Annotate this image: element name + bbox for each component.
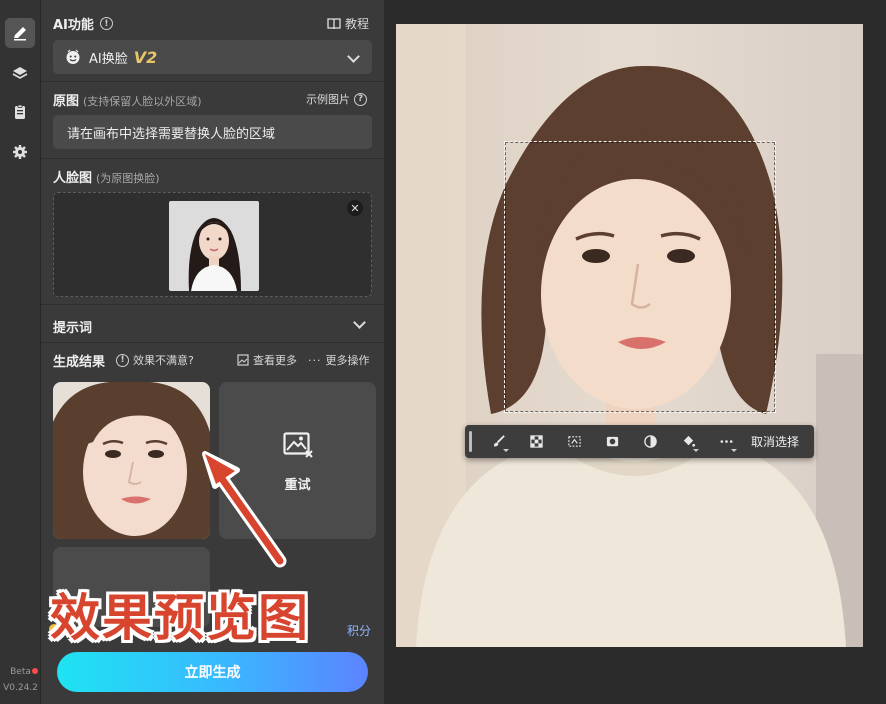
edit-icon[interactable] (5, 18, 35, 48)
more-actions-label: 更多操作 (325, 354, 370, 367)
clipboard-icon[interactable] (5, 97, 35, 127)
tutorial-link[interactable]: 教程 (327, 15, 369, 32)
feature-select-label: AI换脸 (89, 51, 128, 67)
credits-suffix: 积分 (346, 624, 371, 638)
close-icon[interactable]: ✕ (347, 200, 363, 216)
results-label: 生成结果 (53, 355, 106, 370)
app-window: Beta V0.24.2 AI功能 ! 教程 AI换脸 V2 原图 (支持保留人脸… (0, 0, 886, 704)
marquee-icon[interactable] (555, 425, 593, 458)
cancel-selection-button[interactable]: 取消选择 (751, 433, 799, 450)
source-label: 原图 (53, 94, 80, 109)
example-image-link[interactable]: 示例图片 ? (306, 91, 367, 107)
source-region-hint[interactable]: 请在画布中选择需要替换人脸的区域 (53, 115, 372, 149)
source-heading: 原图 (支持保留人脸以外区域) (53, 90, 202, 109)
source-note: (支持保留人脸以外区域) (83, 95, 202, 108)
divider (41, 158, 384, 159)
help-icon: ? (354, 92, 367, 106)
feedback-link[interactable]: ! 效果不满意? (116, 352, 194, 368)
divider (41, 304, 384, 305)
info-icon: ! (116, 353, 129, 367)
checker-select-icon[interactable] (517, 425, 555, 458)
tutorial-label: 教程 (345, 17, 370, 31)
more-icon[interactable] (707, 425, 745, 458)
prompt-expand-chevron-icon[interactable] (353, 316, 366, 329)
example-image-label: 示例图片 (306, 93, 350, 106)
brush-icon[interactable] (479, 425, 517, 458)
face-selection-marquee[interactable] (504, 141, 776, 413)
ai-feature-label: AI功能 (53, 18, 94, 33)
generate-button[interactable]: 立即生成 (57, 652, 368, 692)
view-more-label: 查看更多 (253, 354, 297, 367)
ai-feature-heading: AI功能 ! (53, 14, 113, 33)
face-label: 人脸图 (53, 171, 93, 186)
feature-version-badge: V2 (133, 47, 158, 67)
face-image-dropzone[interactable]: ✕ (53, 192, 372, 297)
view-more-link[interactable]: 查看更多 (237, 352, 297, 368)
annotation-label: 效果预览图 (50, 589, 310, 647)
face-image-thumbnail (169, 201, 259, 291)
gear-icon[interactable] (5, 137, 35, 167)
feature-select[interactable]: AI换脸 V2 (53, 40, 372, 74)
left-tool-rail: Beta V0.24.2 (0, 0, 41, 704)
feedback-label: 效果不满意? (133, 354, 194, 367)
more-actions-link[interactable]: ··· 更多操作 (308, 352, 370, 368)
layers-icon[interactable] (5, 58, 35, 88)
toolbar-drag-handle[interactable] (469, 431, 472, 452)
divider (41, 81, 384, 82)
chevron-down-icon (347, 50, 360, 63)
retry-card[interactable]: 重试 (219, 382, 376, 539)
divider (41, 342, 384, 343)
image-list-icon (237, 354, 249, 366)
info-icon[interactable]: ! (99, 17, 113, 30)
retry-label: 重试 (284, 478, 311, 493)
book-icon (327, 17, 341, 29)
selection-toolbar: 取消选择 (465, 425, 814, 458)
face-heading: 人脸图 (为原图换脸) (53, 167, 160, 186)
result-image-card[interactable] (53, 382, 210, 539)
bucket-icon[interactable] (669, 425, 707, 458)
image-refresh-icon (283, 432, 313, 458)
ellipsis-icon: ··· (308, 353, 322, 367)
mask-icon[interactable] (593, 425, 631, 458)
contrast-icon[interactable] (631, 425, 669, 458)
face-note: (为原图换脸) (96, 172, 160, 185)
result-image (53, 382, 210, 539)
face-icon (66, 49, 80, 64)
version-label: V0.24.2 (3, 683, 38, 693)
prompt-label: 提示词 (53, 321, 93, 336)
beta-indicator-dot (32, 668, 38, 674)
